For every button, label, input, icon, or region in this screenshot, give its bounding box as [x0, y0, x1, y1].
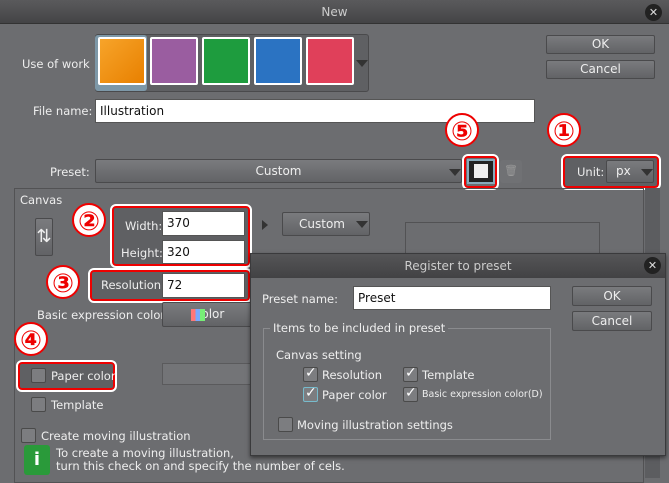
chevron-down-icon	[641, 169, 653, 176]
paper-color-label: Paper color	[51, 369, 116, 383]
preset-name-input[interactable]: Preset	[353, 286, 551, 310]
basic-color-dropdown[interactable]: Color	[162, 302, 252, 327]
moving-settings-label: Moving illustration settings	[297, 418, 453, 432]
resolution-input[interactable]: 72	[162, 273, 245, 298]
resolution-checkbox[interactable]	[303, 365, 318, 382]
swap-orientation-icon[interactable]: ⇅	[35, 218, 53, 256]
callout-box-5	[462, 154, 499, 190]
register-close-icon[interactable]: ✕	[644, 257, 661, 274]
template-label: Template	[51, 398, 104, 412]
basic-color-label: Basic expression color:	[37, 308, 169, 322]
close-icon[interactable]: ✕	[645, 4, 662, 21]
template-item-checkbox[interactable]	[403, 365, 418, 382]
expand-icon[interactable]	[262, 220, 268, 230]
use-of-work-more-icon[interactable]	[356, 60, 368, 67]
animation-icon[interactable]	[306, 37, 354, 85]
height-label: Height:	[121, 246, 163, 260]
width-label: Width:	[125, 219, 163, 233]
info-icon: i	[24, 445, 50, 475]
use-of-work-label: Use of work	[22, 57, 90, 71]
book-icon[interactable]	[202, 37, 250, 85]
cancel-button[interactable]: Cancel	[546, 60, 655, 79]
height-input[interactable]: 320	[162, 240, 245, 264]
paper-color-swatch[interactable]	[162, 363, 252, 385]
callout-3: ③	[46, 265, 80, 299]
moving-settings-checkbox[interactable]	[278, 417, 293, 432]
resolution-item-label: Resolution	[322, 368, 383, 382]
window-title: New	[321, 5, 348, 19]
paper-color-item-label: Paper color	[322, 388, 387, 402]
register-cancel-button[interactable]: Cancel	[572, 311, 652, 331]
register-titlebar: Register to preset	[251, 254, 665, 278]
chevron-down-icon	[449, 169, 461, 176]
delete-preset-icon[interactable]: 🗑	[500, 160, 522, 183]
template-checkbox[interactable]	[31, 397, 46, 412]
preset-name-label: Preset name:	[262, 292, 339, 306]
resolution-label: Resolution:	[101, 278, 165, 292]
unit-label: Unit:	[577, 165, 605, 179]
callout-1: ①	[547, 113, 581, 147]
comic-icon[interactable]	[150, 37, 198, 85]
items-group-title: Items to be included in preset	[270, 321, 449, 335]
callout-2: ②	[72, 203, 106, 237]
size-preset-value: Custom	[299, 217, 345, 231]
info-line-1: To create a moving illustration,	[56, 446, 234, 460]
basic-color-item-label: Basic expression color(D)	[422, 389, 543, 400]
paper-color-item-checkbox[interactable]	[303, 385, 318, 402]
template-item-label: Template	[422, 368, 475, 382]
ok-button[interactable]: OK	[546, 35, 655, 54]
preset-value: Custom	[255, 164, 302, 178]
chevron-down-icon	[356, 221, 368, 228]
moving-illustration-checkbox[interactable]	[21, 428, 36, 443]
canvas-title: Canvas	[20, 193, 63, 207]
moving-illustration-label: Create moving illustration	[41, 429, 191, 443]
register-title: Register to preset	[404, 259, 512, 273]
webtoon-icon[interactable]	[254, 37, 302, 85]
register-ok-button[interactable]: OK	[572, 286, 652, 306]
unit-value: px	[616, 164, 631, 178]
canvas-setting-label: Canvas setting	[276, 348, 362, 362]
illustration-icon[interactable]	[98, 37, 146, 85]
preset-dropdown[interactable]: Custom	[95, 159, 462, 183]
file-name-label: File name:	[33, 104, 93, 118]
window-titlebar: New	[0, 0, 669, 24]
width-input[interactable]: 370	[162, 211, 245, 236]
info-line-2: turn this check on and specify the numbe…	[56, 459, 345, 473]
callout-4: ④	[14, 322, 48, 356]
callout-5: ⑤	[445, 113, 479, 147]
paper-color-checkbox[interactable]	[31, 368, 46, 383]
preset-label: Preset:	[50, 165, 90, 179]
color-icon	[191, 309, 205, 321]
basic-color-item-checkbox[interactable]	[403, 385, 418, 402]
